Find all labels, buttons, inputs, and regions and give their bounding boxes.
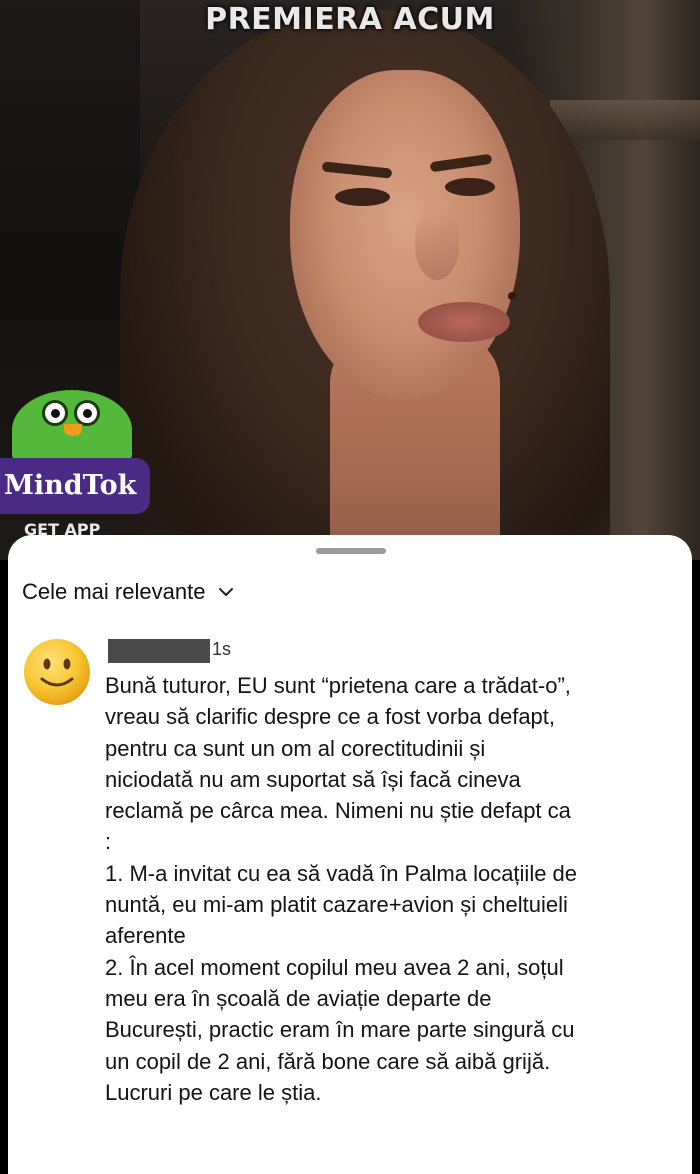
comment-line: Bună tuturor, EU sunt “prietena care a t… xyxy=(105,673,571,698)
video-player[interactable]: PREMIERA ACUM MindTok GET APP xyxy=(0,0,700,560)
comment-line: București, practic eram în mare parte si… xyxy=(105,1017,575,1043)
comment-line: vreau să clarific despre ce a fost vorba… xyxy=(105,704,556,730)
comments-sort-dropdown[interactable]: Cele mai relevante xyxy=(22,579,235,605)
comments-sheet: Cele mai relevante 1s Bună tuturor, EU s… xyxy=(8,535,692,1174)
chevron-down-icon xyxy=(219,588,234,596)
comment-line: meu era în școală de aviație departe de xyxy=(105,985,492,1011)
mindtok-mascot-icon[interactable] xyxy=(12,380,132,470)
mascot-eye-left xyxy=(42,400,68,426)
comment-text: Bună tuturor, EU sunt “prietena care a t… xyxy=(105,670,685,1108)
video-person-eye-right xyxy=(445,178,495,196)
comment-timestamp: 1s xyxy=(212,639,232,659)
slightly-smiling-face-icon[interactable] xyxy=(22,637,92,707)
video-background-shelf xyxy=(550,100,700,140)
video-person-eye-left xyxy=(335,188,390,206)
video-person-face xyxy=(290,70,520,400)
comment-line: niciodată nu am suportat să își facă cin… xyxy=(105,766,521,792)
video-person-mole xyxy=(508,292,516,300)
comment-line: : xyxy=(105,829,112,855)
redacted-username[interactable] xyxy=(108,639,210,663)
comment-line: 2. În acel moment copilul meu avea 2 ani… xyxy=(105,954,564,980)
comment-line: reclamă pe cârca mea. Nimeni nu știe def… xyxy=(105,798,571,824)
sort-label: Cele mai relevante xyxy=(22,579,206,604)
comment-line: un copil de 2 ani, fără bone care să aib… xyxy=(105,1048,551,1074)
mascot-beak xyxy=(64,424,82,436)
comment-line: nuntă, eu mi-am platit cazare+avion și c… xyxy=(105,892,568,918)
comment-line: 1. M-a invitat cu ea să vadă în Palma lo… xyxy=(105,860,578,886)
video-banner-text: PREMIERA ACUM xyxy=(205,2,495,37)
comment-line: Lucruri pe care le știa. xyxy=(105,1079,322,1105)
video-person-lips xyxy=(418,302,510,342)
video-person-nose xyxy=(415,210,459,280)
comment-line: pentru ca sunt un om al corectitudinii ș… xyxy=(105,735,486,761)
mindtok-logo[interactable]: MindTok xyxy=(0,458,150,514)
comment-line: aferente xyxy=(105,923,186,949)
sheet-drag-handle[interactable] xyxy=(316,548,386,554)
mascot-eye-right xyxy=(74,400,100,426)
